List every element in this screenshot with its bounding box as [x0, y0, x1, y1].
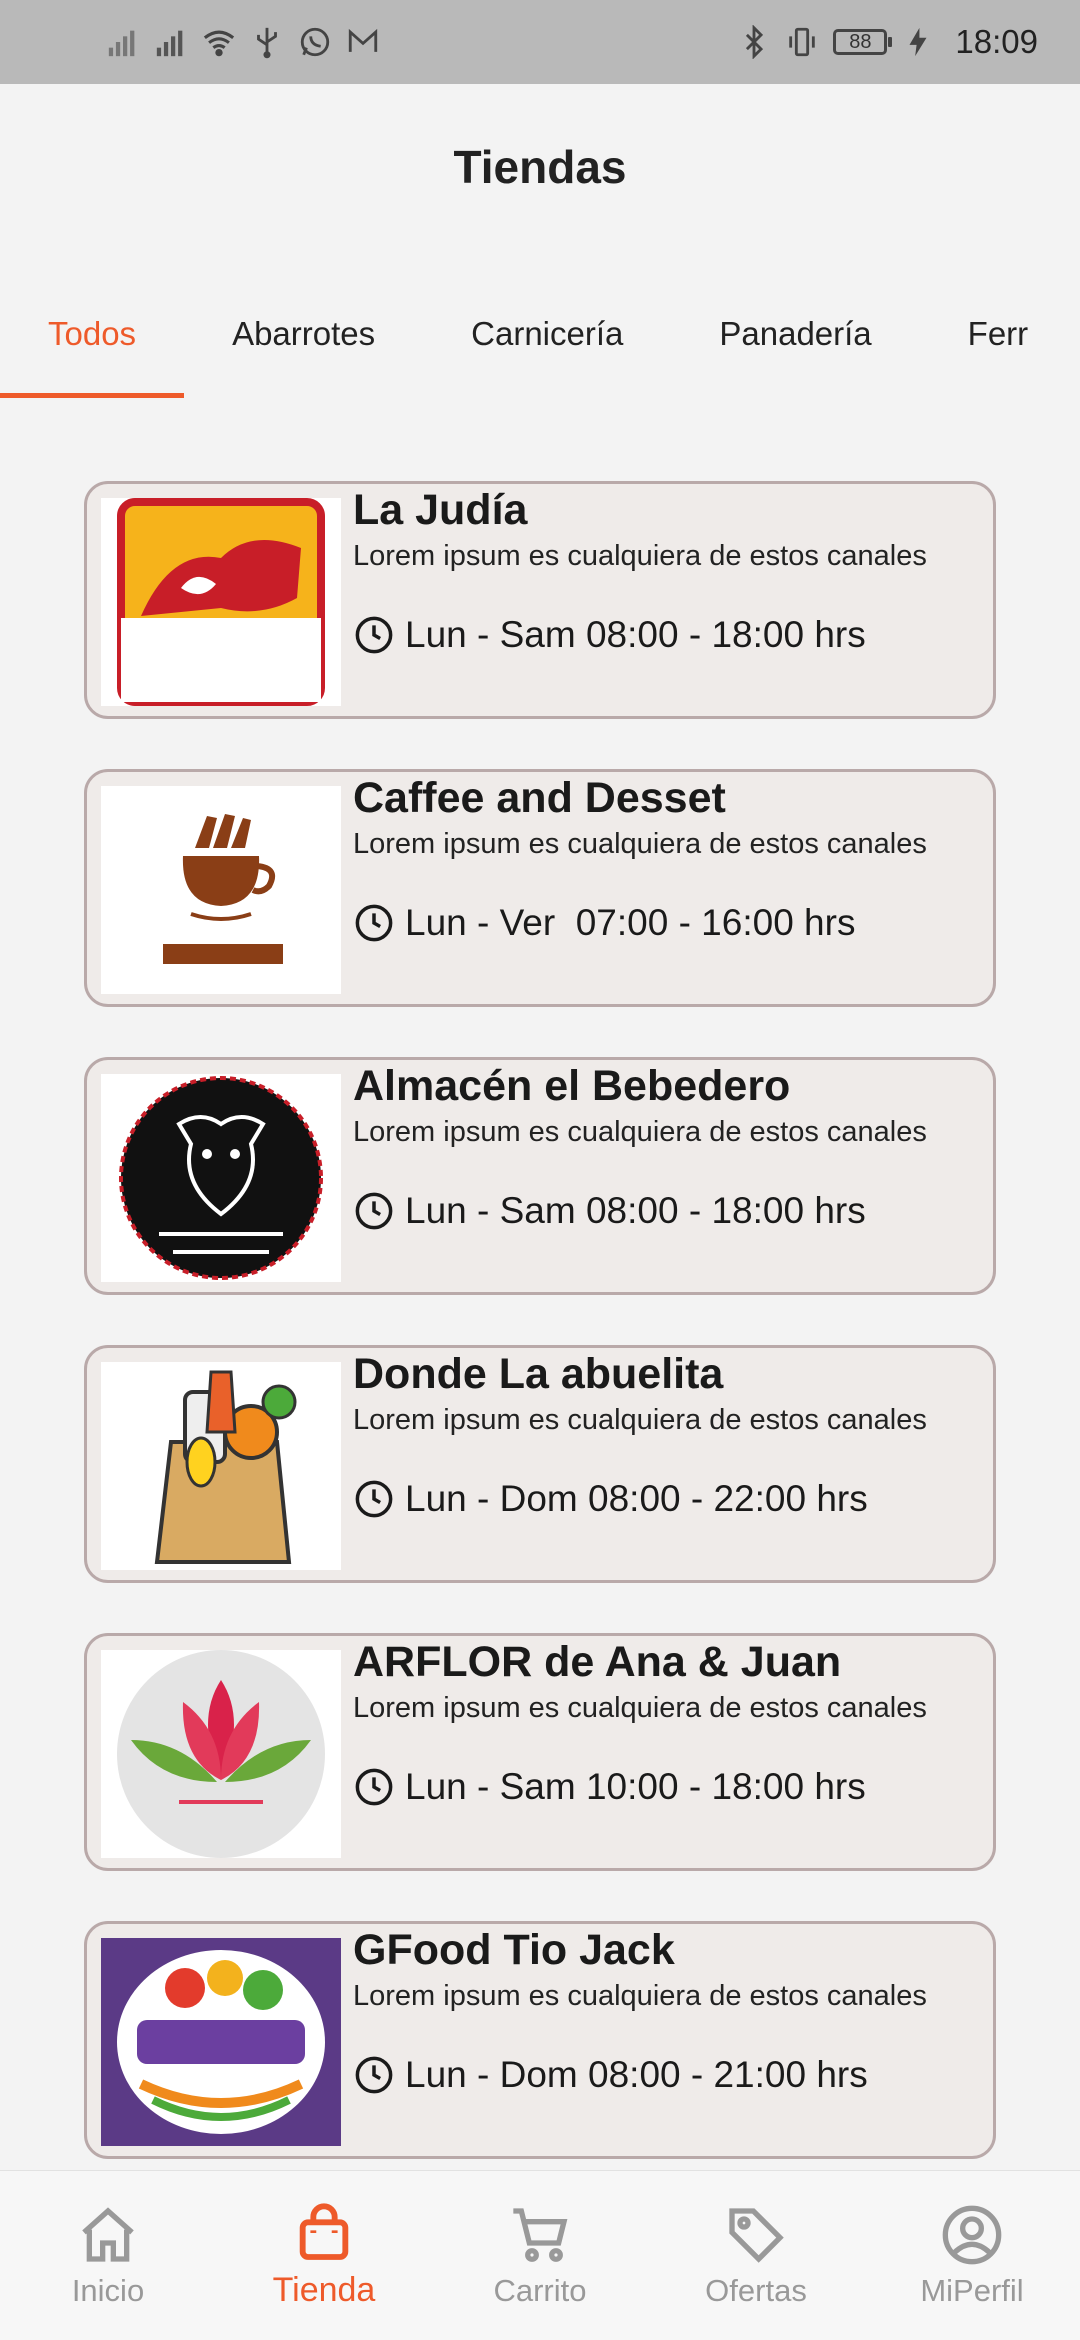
nav-miperfil[interactable]: MiPerfil	[872, 2203, 1072, 2309]
store-card[interactable]: La Judía Lorem ipsum es cualquiera de es…	[84, 481, 996, 719]
store-hours: Lun - Sam 08:00 - 18:00 hrs	[353, 614, 866, 656]
tab-ferreteria[interactable]: Ferr	[920, 270, 1077, 398]
bottom-navigation: Inicio Tienda Carrito Ofertas MiPerfil	[0, 2170, 1080, 2340]
clock-icon	[355, 1480, 393, 1518]
tab-panaderia[interactable]: Panadería	[671, 270, 919, 398]
status-bar: 88 18:09	[0, 0, 1080, 84]
nav-inicio[interactable]: Inicio	[8, 2203, 208, 2309]
shopping-bag-icon	[299, 2203, 349, 2260]
store-card[interactable]: ARFLOR de Ana & Juan Lorem ipsum es cual…	[84, 1633, 996, 1871]
clock-icon	[355, 616, 393, 654]
nav-label: Tienda	[272, 2271, 376, 2309]
coffee-dessert-logo	[101, 786, 341, 994]
carniceria-don-gustavo-logo	[101, 1074, 341, 1282]
store-description: Lorem ipsum es cualquiera de estos canal…	[353, 828, 927, 860]
store-hours-text: Lun - Sam 10:00 - 18:00 hrs	[405, 1766, 866, 1807]
store-name: Donde La abuelita	[353, 1350, 724, 1398]
store-description: Lorem ipsum es cualquiera de estos canal…	[353, 1692, 927, 1724]
home-icon	[82, 2206, 134, 2262]
wifi-icon	[202, 25, 236, 59]
store-hours-text: Lun - Sam 08:00 - 18:00 hrs	[405, 1190, 866, 1231]
status-time: 18:09	[955, 23, 1038, 60]
tab-carniceria[interactable]: Carnicería	[423, 270, 671, 398]
store-hours-text: Lun - Dom 08:00 - 22:00 hrs	[405, 1478, 868, 1519]
store-hours: Lun - Dom 08:00 - 22:00 hrs	[353, 1478, 868, 1520]
nav-tienda[interactable]: Tienda	[224, 2201, 424, 2310]
signal-icon	[106, 25, 140, 59]
nav-carrito[interactable]: Carrito	[440, 2203, 640, 2309]
battery-icon: 88	[833, 29, 893, 55]
grocery-bag-logo	[101, 1362, 341, 1570]
store-hours: Lun - Ver 07:00 - 16:00 hrs	[353, 902, 855, 944]
store-hours-text: Lun - Ver 07:00 - 16:00 hrs	[405, 902, 856, 943]
status-icons-right: 88 18:09	[737, 23, 1038, 61]
store-name: GFood Tio Jack	[353, 1926, 675, 1974]
signal-icon	[154, 25, 188, 59]
store-description: Lorem ipsum es cualquiera de estos canal…	[353, 1116, 927, 1148]
store-name: ARFLOR de Ana & Juan	[353, 1638, 842, 1686]
store-hours: Lun - Dom 08:00 - 21:00 hrs	[353, 2054, 868, 2096]
nav-ofertas[interactable]: Ofertas	[656, 2203, 856, 2309]
nav-label: MiPerfil	[920, 2272, 1024, 2308]
profile-icon	[942, 2205, 1002, 2264]
nav-label: Ofertas	[705, 2272, 807, 2308]
page-title: Tiendas	[453, 141, 627, 193]
cart-icon	[513, 2207, 568, 2262]
whatsapp-icon	[298, 25, 332, 59]
charging-icon	[901, 25, 935, 59]
store-description: Lorem ipsum es cualquiera de estos canal…	[353, 1980, 927, 2012]
arflor-logo	[101, 1650, 341, 1858]
store-hours-text: Lun - Dom 08:00 - 21:00 hrs	[405, 2054, 868, 2095]
nav-label: Carrito	[493, 2272, 587, 2308]
store-name: La Judía	[353, 486, 528, 534]
store-name: Caffee and Desset	[353, 774, 726, 822]
store-name: Almacén el Bebedero	[353, 1062, 791, 1110]
store-card[interactable]: Donde La abuelita Lorem ipsum es cualqui…	[84, 1345, 996, 1583]
clock-icon	[355, 1192, 393, 1230]
grocery-logo	[101, 1938, 341, 2146]
clock-icon	[355, 1768, 393, 1806]
bluetooth-icon	[737, 24, 771, 60]
vibrate-icon	[785, 25, 819, 59]
clock-icon	[355, 2056, 393, 2094]
store-hours: Lun - Sam 08:00 - 18:00 hrs	[353, 1190, 866, 1232]
store-list: La Judía Lorem ipsum es cualquiera de es…	[84, 481, 996, 2209]
store-card[interactable]: GFood Tio Jack Lorem ipsum es cualquiera…	[84, 1921, 996, 2159]
status-icons-left	[106, 25, 380, 59]
tab-abarrotes[interactable]: Abarrotes	[184, 270, 423, 398]
category-tabs: Todos Abarrotes Carnicería Panadería Fer…	[0, 270, 1080, 398]
usb-icon	[250, 25, 284, 59]
gmail-icon	[346, 25, 380, 59]
store-hours-text: Lun - Sam 08:00 - 18:00 hrs	[405, 614, 866, 655]
store-card[interactable]: Caffee and Desset Lorem ipsum es cualqui…	[84, 769, 996, 1007]
tab-todos[interactable]: Todos	[0, 270, 185, 398]
tag-icon	[729, 2207, 784, 2263]
nav-label: Inicio	[71, 2272, 145, 2308]
la-judia-logo	[101, 498, 341, 706]
store-description: Lorem ipsum es cualquiera de estos canal…	[353, 1404, 927, 1436]
store-hours: Lun - Sam 10:00 - 18:00 hrs	[353, 1766, 866, 1808]
store-description: Lorem ipsum es cualquiera de estos canal…	[353, 540, 927, 572]
store-card[interactable]: Almacén el Bebedero Lorem ipsum es cualq…	[84, 1057, 996, 1295]
clock-icon	[355, 904, 393, 942]
